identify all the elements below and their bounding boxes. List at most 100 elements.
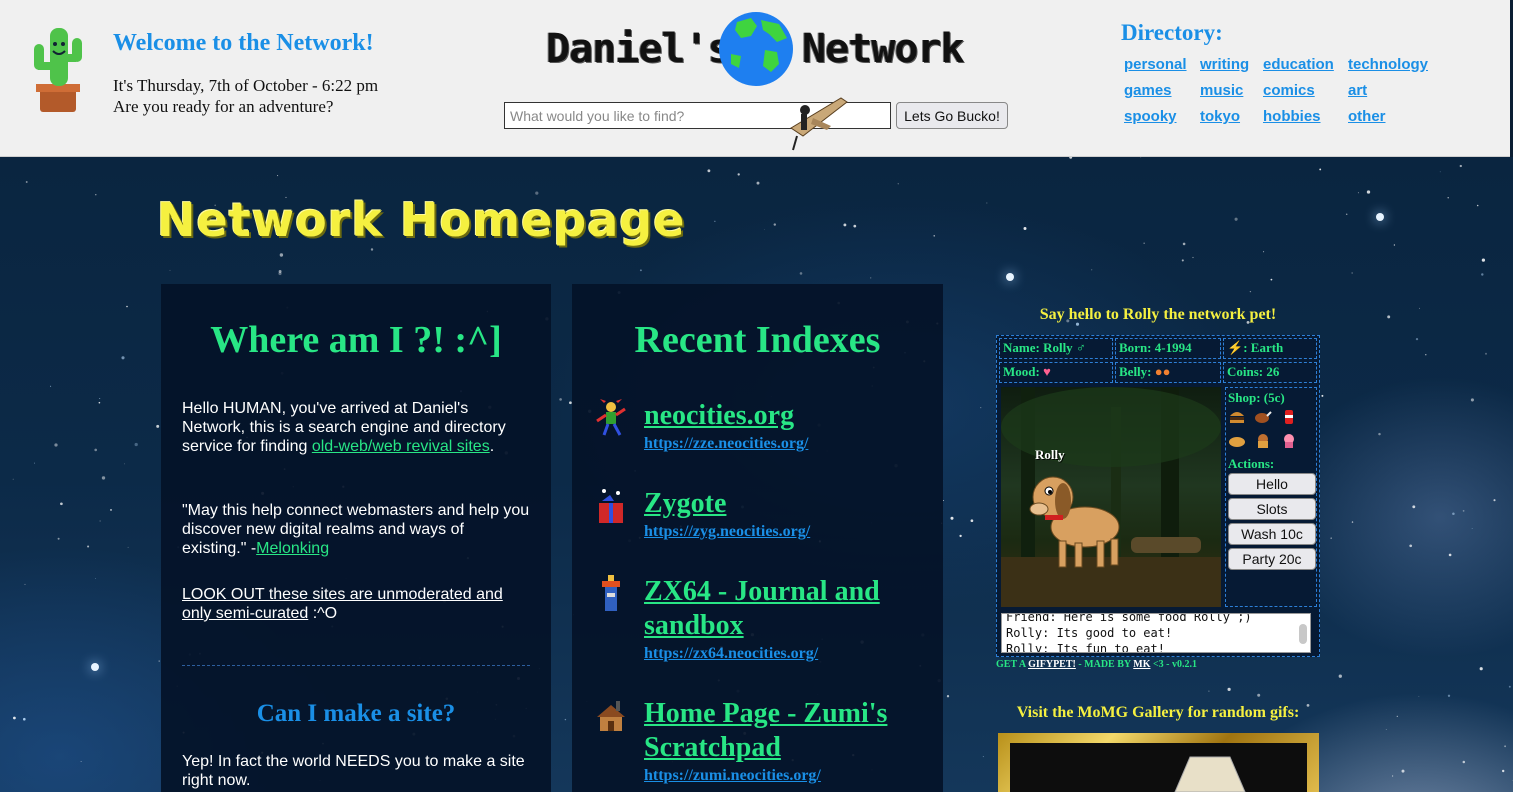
star [156, 424, 160, 428]
directory-link-hobbies[interactable]: hobbies [1263, 108, 1321, 125]
house-icon [597, 701, 625, 731]
bright-star [1376, 213, 1384, 221]
chat-scrollbar[interactable] [1299, 624, 1307, 644]
soda-can-icon[interactable] [1280, 408, 1298, 426]
star [99, 397, 101, 400]
credit-end: <3 - v0.2.1 [1150, 659, 1197, 670]
star [1409, 544, 1413, 548]
directory-link-art[interactable]: art [1348, 82, 1367, 99]
sparkle-icon: ⚡ [1227, 340, 1244, 355]
recent-indexes-panel: Recent Indexes neocities.org https://zze… [572, 284, 943, 792]
star [1143, 242, 1145, 244]
site-header: Welcome to the Network! It's Thursday, 7… [0, 0, 1510, 157]
make-site-heading: Can I make a site? [256, 700, 456, 727]
pet-planet-cell: ⚡: Earth [1223, 338, 1317, 359]
muffin-icon[interactable] [1254, 432, 1272, 450]
star [127, 546, 129, 548]
star [1351, 521, 1354, 523]
pet-chat-log[interactable]: Friend: Here is some food Rolly ;) Rolly… [1001, 613, 1311, 653]
star [1462, 760, 1466, 764]
where-am-i-panel: Where am I ?! :^] Hello HUMAN, you've ar… [161, 284, 551, 792]
star [1504, 745, 1506, 748]
star [1493, 499, 1496, 502]
star [1181, 259, 1184, 262]
shop-label: Shop: (5c) [1228, 390, 1285, 405]
pet-name: Name: Rolly [1003, 340, 1073, 355]
index-title[interactable]: neocities.org [644, 399, 934, 433]
index-url[interactable]: https://zx64.neocities.org/ [644, 645, 818, 663]
star [1448, 553, 1452, 557]
melonking-link[interactable]: Melonking [256, 540, 329, 557]
star [959, 534, 962, 538]
directory-link-games[interactable]: games [1124, 82, 1172, 99]
star [1192, 256, 1194, 259]
star [559, 398, 562, 401]
directory-link-education[interactable]: education [1263, 56, 1334, 73]
star [970, 519, 974, 523]
star [946, 695, 950, 698]
turkey-icon[interactable] [1254, 408, 1272, 426]
pet-scene[interactable]: Rolly [1001, 387, 1221, 607]
star [277, 175, 279, 177]
directory-link-other[interactable]: other [1348, 108, 1386, 125]
star [1263, 251, 1265, 253]
star [564, 718, 567, 721]
index-title[interactable]: Home Page - Zumi's Scratchpad [644, 697, 934, 765]
star [870, 277, 872, 279]
cupcake-icon[interactable] [1280, 432, 1298, 450]
make-site-text: Yep! In fact the world NEEDS you to make… [182, 753, 525, 789]
index-title[interactable]: Zygote [644, 487, 934, 521]
star [1140, 157, 1142, 159]
star [1462, 510, 1465, 512]
lookout-link[interactable]: LOOK OUT these sites are unmoderated and… [182, 586, 503, 622]
directory-link-technology[interactable]: technology [1348, 56, 1428, 73]
star [1182, 242, 1186, 246]
directory-link-tokyo[interactable]: tokyo [1200, 108, 1240, 125]
site-logo[interactable]: Daniel's Network [546, 8, 1001, 90]
pet-belly-cell: Belly: ●● [1115, 362, 1221, 383]
star [1508, 685, 1511, 688]
pet-slots-button[interactable]: Slots [1228, 498, 1316, 520]
star [124, 463, 125, 465]
star [99, 520, 101, 522]
star [24, 583, 26, 585]
star [370, 248, 374, 251]
pet-name-overlay: Rolly [1035, 447, 1065, 462]
index-title[interactable]: ZX64 - Journal and sandbox [644, 575, 934, 643]
lookout-end: :^O [308, 605, 338, 622]
old-web-link[interactable]: old-web/web revival sites [312, 438, 490, 455]
star [60, 502, 63, 506]
quote-text: "May this help connect webmasters and he… [182, 502, 530, 557]
star [853, 224, 857, 228]
star [23, 717, 26, 721]
food-icon: ●● [1154, 364, 1171, 379]
mk-link[interactable]: MK [1133, 659, 1150, 670]
star [278, 269, 282, 273]
directory-link-comics[interactable]: comics [1263, 82, 1315, 99]
star [1401, 769, 1405, 773]
pet-wash-button[interactable]: Wash 10c [1228, 523, 1316, 545]
gifypet-link[interactable]: GIFYPET! [1028, 659, 1076, 670]
pet-party-button[interactable]: Party 20c [1228, 548, 1316, 570]
star [756, 181, 760, 185]
pet-hello-button[interactable]: Hello [1228, 473, 1316, 495]
burger-icon[interactable] [1228, 408, 1246, 426]
welcome-title: Welcome to the Network! [113, 30, 374, 56]
star [1351, 272, 1353, 274]
index-url[interactable]: https://zyg.neocities.org/ [644, 523, 810, 541]
bread-icon[interactable] [1228, 432, 1246, 450]
quote-paragraph: "May this help connect webmasters and he… [182, 501, 532, 558]
star [1393, 244, 1396, 246]
search-button[interactable]: Lets Go Bucko! [896, 102, 1008, 129]
pet-mood-cell: Mood: ♥ [999, 362, 1113, 383]
directory-link-writing[interactable]: writing [1200, 56, 1249, 73]
index-url[interactable]: https://zze.neocities.org/ [644, 435, 808, 453]
directory-link-personal[interactable]: personal [1124, 56, 1187, 73]
star [773, 223, 776, 226]
star [279, 253, 284, 257]
directory-link-music[interactable]: music [1200, 82, 1243, 99]
momg-gallery-frame[interactable] [998, 733, 1319, 792]
pet-planet: Earth [1250, 340, 1284, 355]
index-url[interactable]: https://zumi.neocities.org/ [644, 767, 821, 785]
directory-link-spooky[interactable]: spooky [1124, 108, 1177, 125]
